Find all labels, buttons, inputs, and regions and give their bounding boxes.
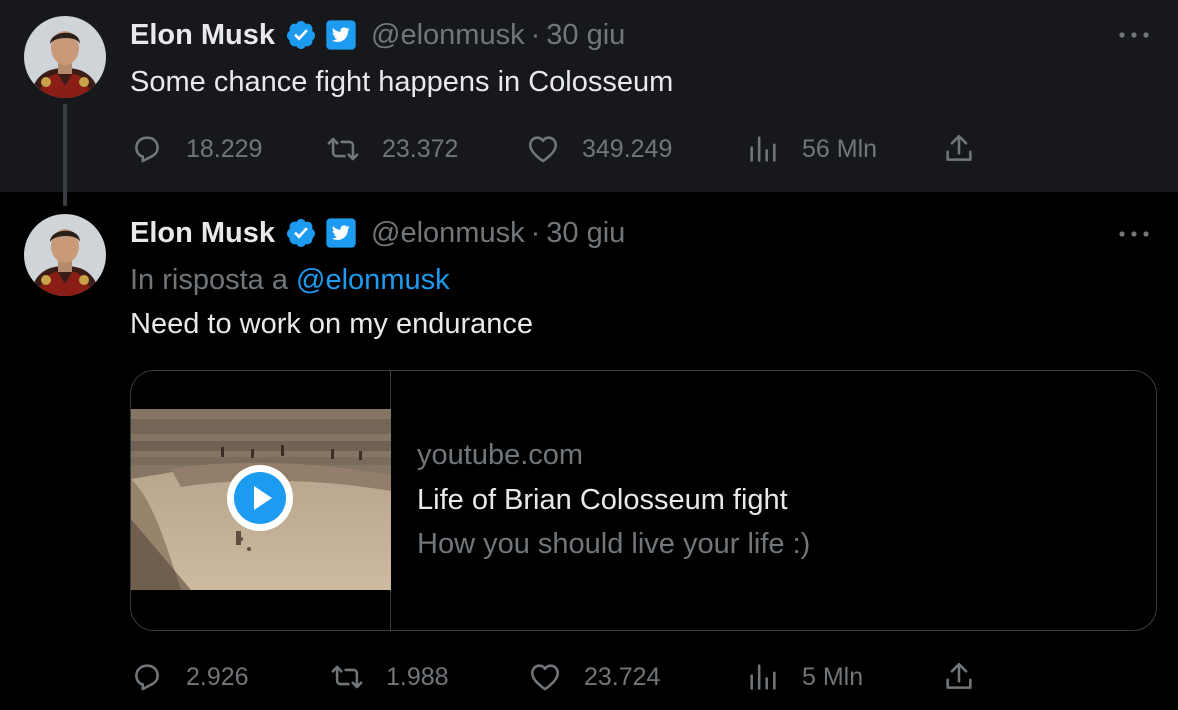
affiliate-bird-icon[interactable] xyxy=(325,19,357,51)
author-handle[interactable]: @elonmusk xyxy=(371,217,525,250)
tweet-parent[interactable]: Elon Musk @elonmusk · 30 giu Some chance… xyxy=(0,0,1178,206)
author-name[interactable]: Elon Musk xyxy=(130,19,275,52)
retweet-count: 1.988 xyxy=(386,662,449,691)
more-options-icon[interactable] xyxy=(1116,25,1152,45)
share-icon xyxy=(946,662,972,689)
tweet-header: Elon Musk @elonmusk · 30 giu xyxy=(130,213,625,253)
views-button[interactable]: 56 Mln xyxy=(746,129,877,169)
view-count: 5 Mln xyxy=(802,662,864,691)
avatar[interactable] xyxy=(24,214,106,296)
tweet-date[interactable]: 30 giu xyxy=(546,19,625,52)
retweet-button[interactable]: 23.372 xyxy=(326,129,458,169)
card-domain: youtube.com xyxy=(417,439,584,471)
retweet-icon xyxy=(331,665,363,689)
reply-context: In risposta a @elonmusk xyxy=(130,264,450,297)
author-handle[interactable]: @elonmusk xyxy=(371,19,525,52)
reply-button[interactable]: 2.926 xyxy=(130,657,249,697)
tweet-actions: 2.926 1.988 23.724 5 Mln xyxy=(130,657,990,697)
card-thumbnail-frame xyxy=(131,371,391,630)
share-button[interactable] xyxy=(942,657,976,697)
link-preview-card[interactable]: youtube.com Life of Brian Colosseum figh… xyxy=(130,370,1157,631)
like-button[interactable]: 23.724 xyxy=(528,657,660,697)
tweet-text: Some chance fight happens in Colosseum xyxy=(130,66,674,98)
avatar[interactable] xyxy=(24,16,106,98)
like-icon xyxy=(530,664,560,691)
retweet-count: 23.372 xyxy=(382,134,459,163)
card-title: Life of Brian Colosseum fight xyxy=(417,484,788,516)
reply-prefix: In risposta a xyxy=(130,264,288,296)
retweet-button[interactable]: 1.988 xyxy=(330,657,449,697)
tweet-text: Need to work on my endurance xyxy=(130,308,533,340)
views-icon xyxy=(750,136,776,162)
separator-dot: · xyxy=(530,18,541,51)
reply-count: 18.229 xyxy=(186,134,263,163)
play-icon[interactable] xyxy=(225,463,295,533)
like-icon xyxy=(528,136,558,163)
views-icon xyxy=(750,664,776,690)
card-description: How you should live your life :) xyxy=(417,528,811,560)
tweet-actions: 18.229 23.372 349.249 56 Mln xyxy=(130,129,990,169)
tweet-header: Elon Musk @elonmusk · 30 giu xyxy=(130,15,625,55)
verified-badge-icon[interactable] xyxy=(285,19,317,51)
thread-connector-line xyxy=(63,104,67,206)
reply-count: 2.926 xyxy=(186,662,249,691)
author-name[interactable]: Elon Musk xyxy=(130,217,275,250)
share-button[interactable] xyxy=(942,129,976,169)
reply-mention-link[interactable]: @elonmusk xyxy=(296,264,450,296)
affiliate-bird-icon[interactable] xyxy=(325,217,357,249)
retweet-icon xyxy=(327,137,359,161)
like-count: 23.724 xyxy=(584,662,661,691)
like-count: 349.249 xyxy=(582,134,673,163)
share-icon xyxy=(946,134,972,161)
reply-icon xyxy=(135,136,159,163)
tweet-date[interactable]: 30 giu xyxy=(546,217,625,250)
view-count: 56 Mln xyxy=(802,134,878,163)
separator-dot: · xyxy=(530,216,541,249)
reply-icon xyxy=(135,664,159,691)
like-button[interactable]: 349.249 xyxy=(526,129,672,169)
more-options-icon[interactable] xyxy=(1116,224,1152,244)
verified-badge-icon[interactable] xyxy=(285,217,317,249)
tweet-reply[interactable]: Elon Musk @elonmusk · 30 giu In risposta… xyxy=(0,192,1178,710)
reply-button[interactable]: 18.229 xyxy=(130,129,262,169)
views-button[interactable]: 5 Mln xyxy=(746,657,863,697)
